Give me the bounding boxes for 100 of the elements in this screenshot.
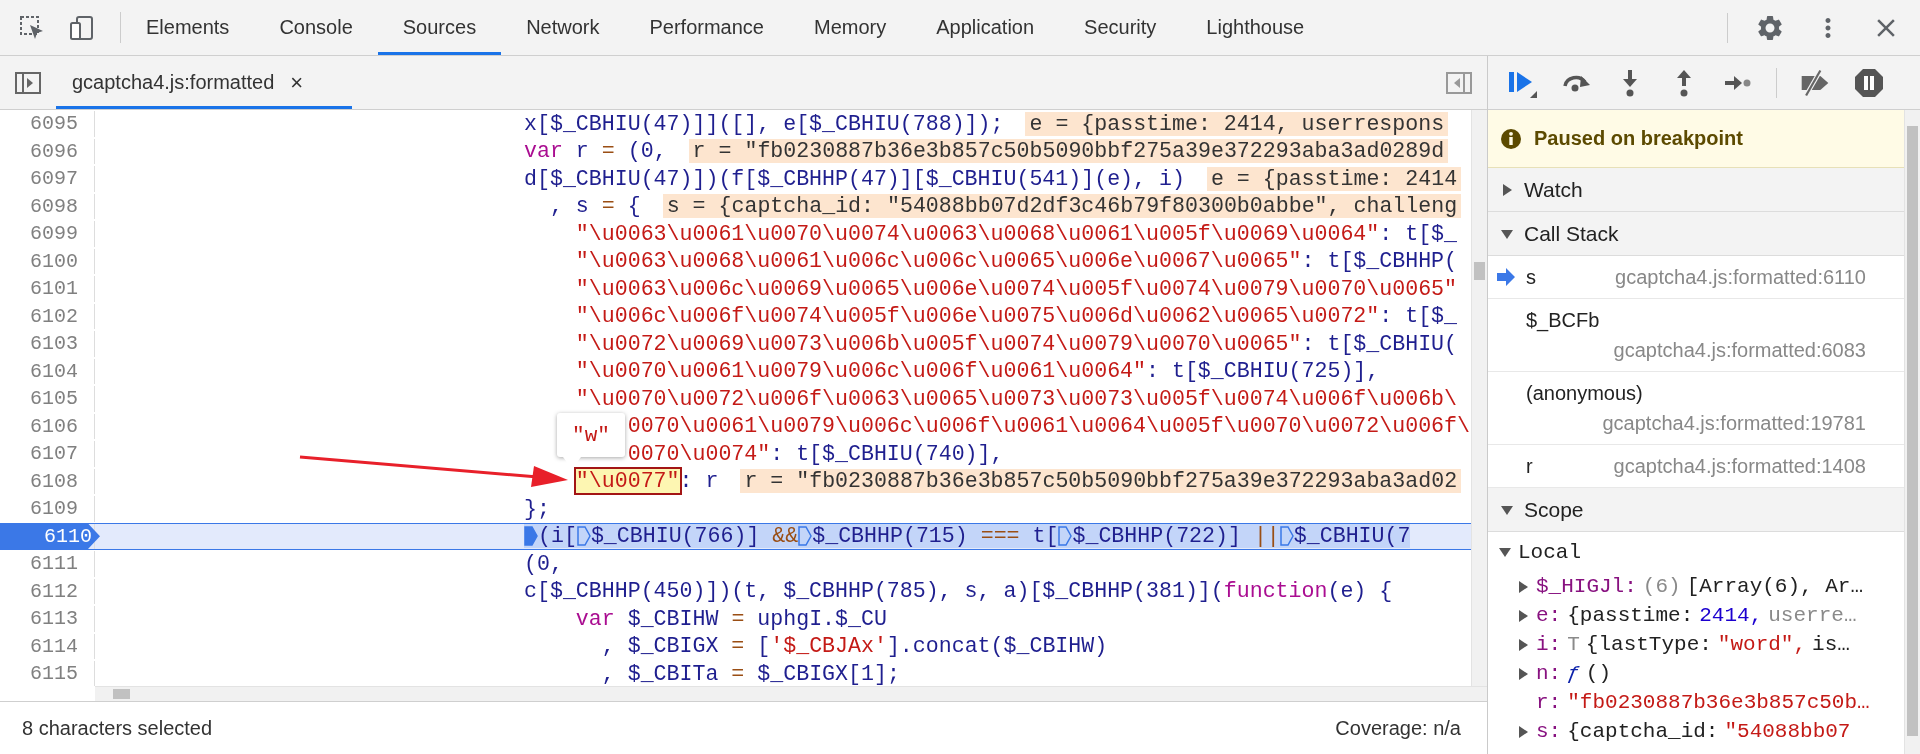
code-text: {: [627, 194, 641, 219]
line-number[interactable]: 6110: [0, 523, 100, 549]
line-number[interactable]: 6100: [30, 248, 86, 274]
line-number[interactable]: 6109: [30, 496, 86, 522]
code-text: $_CBIHW: [627, 606, 720, 631]
function-name: $_BCFb: [1526, 308, 1600, 334]
line-number[interactable]: 6095: [30, 111, 86, 137]
pause-icon[interactable]: [1853, 66, 1885, 99]
line-number[interactable]: 6113: [30, 606, 86, 632]
line-number[interactable]: 6108: [30, 468, 86, 494]
code-text: : t[$_: [1379, 304, 1458, 329]
code-text: };: [524, 496, 550, 521]
navigator-toggle-icon[interactable]: [14, 70, 42, 95]
panel-tab[interactable]: Console: [254, 0, 378, 55]
scrollbar[interactable]: [95, 686, 1487, 701]
expand-arrow-icon[interactable]: [1516, 637, 1530, 652]
expand-arrow-icon[interactable]: [1500, 182, 1514, 197]
code-text: ].concat($_CBIHW): [886, 634, 1108, 659]
panel-tab[interactable]: Memory: [789, 0, 912, 55]
close-tab-button[interactable]: ×: [286, 69, 308, 96]
code-text: t[: [1032, 524, 1059, 549]
panel-tab[interactable]: Lighthouse: [1181, 0, 1330, 55]
breakpoint-marker-icon[interactable]: [524, 525, 538, 548]
operator: =: [731, 634, 745, 659]
operator: =: [731, 606, 745, 631]
inline-value: r = "fb0230887b36e3b857c50b5090bbf275a39e372293aba3ad0289d: [688, 139, 1449, 164]
expand-arrow-icon[interactable]: [1516, 579, 1530, 594]
value-tooltip: "w": [557, 413, 625, 457]
function-name: r: [1526, 454, 1533, 479]
coverage-status: Coverage: n/a: [1335, 716, 1461, 740]
code-text: (0,: [627, 139, 667, 164]
string-literal: "\u0070\u0061\u0079\u006c\u006f\u0061\u0064": [575, 359, 1146, 384]
expand-arrow-icon[interactable]: [1516, 666, 1530, 681]
source-location[interactable]: gcaptcha4.js:formatted:1408: [1613, 452, 1866, 480]
breakpoint-marker-icon[interactable]: [798, 525, 813, 548]
line-number[interactable]: 6103: [30, 331, 86, 357]
breakpoint-marker-icon[interactable]: [1058, 525, 1073, 548]
variable-name: $_HIGJl:: [1536, 575, 1637, 598]
string-literal: "\u006c\u006f\u0074\u005f\u006e\u0075\u006d\u0062\u0065\u0072": [575, 304, 1380, 329]
call-stack-section-header[interactable]: Call Stack: [1488, 212, 1904, 256]
source-location[interactable]: gcaptcha4.js:formatted:6110: [1615, 263, 1866, 291]
line-number[interactable]: 6096: [30, 138, 86, 164]
string-literal: "\u0063\u0068\u0061\u006c\u006c\u0065\u006e\u0067\u0065": [575, 249, 1302, 274]
watch-section-header[interactable]: Watch: [1488, 168, 1904, 212]
source-location[interactable]: gcaptcha4.js:formatted:6083: [1613, 336, 1866, 364]
code-text: $_CBHHP(722)]: [1072, 524, 1242, 549]
variable-name: e:: [1536, 604, 1562, 627]
panel-tab[interactable]: Network: [501, 0, 625, 55]
string-literal: 0070\u0061\u0079\u006c\u006f\u0061\u0064\u005f\u0070\u0072\u006f\: [627, 414, 1470, 439]
operator: =: [601, 139, 615, 164]
inline-value: s = {captcha_id: "54088bb07d2df3c46b79f80300b0abbe", challeng: [662, 194, 1462, 219]
code-text: $_CBHIU(766)]: [590, 524, 761, 549]
panel-tab[interactable]: Security: [1059, 0, 1182, 55]
code-text: , s: [549, 194, 590, 219]
line-number[interactable]: 6114: [30, 633, 86, 659]
line-number[interactable]: 6104: [30, 358, 86, 384]
variable-value: "fb0230887b36e3b857c50b…: [1567, 691, 1870, 714]
line-number[interactable]: 6101: [30, 276, 86, 302]
expand-arrow-icon[interactable]: [1516, 724, 1530, 739]
expand-arrow-icon[interactable]: [1516, 608, 1530, 623]
line-number[interactable]: 6111: [30, 551, 86, 577]
scope-name[interactable]: Local: [1518, 540, 1581, 564]
panel-tab[interactable]: Performance: [624, 0, 789, 55]
code-text: $_CBIGX[1];: [757, 661, 900, 686]
keyword: var: [575, 606, 615, 631]
scrollbar[interactable]: [1471, 110, 1487, 686]
line-number[interactable]: 6106: [30, 413, 86, 439]
line-number[interactable]: 6102: [30, 303, 86, 329]
code-text: : t[$_CBHIU(725)],: [1146, 359, 1380, 384]
expand-arrow-icon[interactable]: [1498, 545, 1512, 559]
line-number[interactable]: 6112: [30, 578, 86, 604]
inline-value: e = {passtime: 2414, userrespons: [1025, 111, 1449, 136]
line-number[interactable]: 6115: [30, 661, 86, 686]
string-literal: "\u0063\u006c\u0069\u0065\u006e\u0074\u005f\u0074\u0079\u0070\u0065": [575, 276, 1457, 301]
string-literal: 0070\u0074": [627, 441, 771, 466]
device-icon[interactable]: [68, 13, 96, 42]
operator: =: [601, 194, 615, 219]
line-number[interactable]: 6099: [30, 221, 86, 247]
panel-tab[interactable]: Application: [911, 0, 1060, 55]
source-location[interactable]: gcaptcha4.js:formatted:19781: [1602, 409, 1866, 437]
section-title: Scope: [1524, 497, 1584, 522]
breakpoint-marker-icon[interactable]: [576, 525, 591, 548]
code-text: d[$_CBHIU(47)])(f[$_CBHHP(47)][$_CBHIU(541)](e), i): [524, 166, 1185, 191]
line-number[interactable]: 6098: [30, 193, 86, 219]
scrollbar[interactable]: [1904, 110, 1920, 754]
variable-value: 2414,: [1699, 604, 1763, 627]
code-text: [: [757, 634, 771, 659]
scope-section-header[interactable]: Scope: [1488, 488, 1904, 532]
variable-value: {passtime:: [1567, 604, 1694, 627]
variable-value: userre…: [1768, 604, 1857, 627]
debugger-toggle-icon[interactable]: [1445, 70, 1473, 95]
line-number[interactable]: 6105: [30, 386, 86, 412]
section-title: Call Stack: [1524, 221, 1619, 246]
line-number[interactable]: 6107: [30, 441, 86, 467]
variable-value: (6): [1642, 575, 1681, 598]
variable-value: T: [1567, 633, 1580, 656]
breakpoint-marker-icon[interactable]: [1279, 525, 1294, 548]
line-number[interactable]: 6097: [30, 166, 86, 192]
string-literal: '$_CBJAx': [770, 634, 887, 659]
panel-tab[interactable]: Elements: [121, 0, 255, 55]
